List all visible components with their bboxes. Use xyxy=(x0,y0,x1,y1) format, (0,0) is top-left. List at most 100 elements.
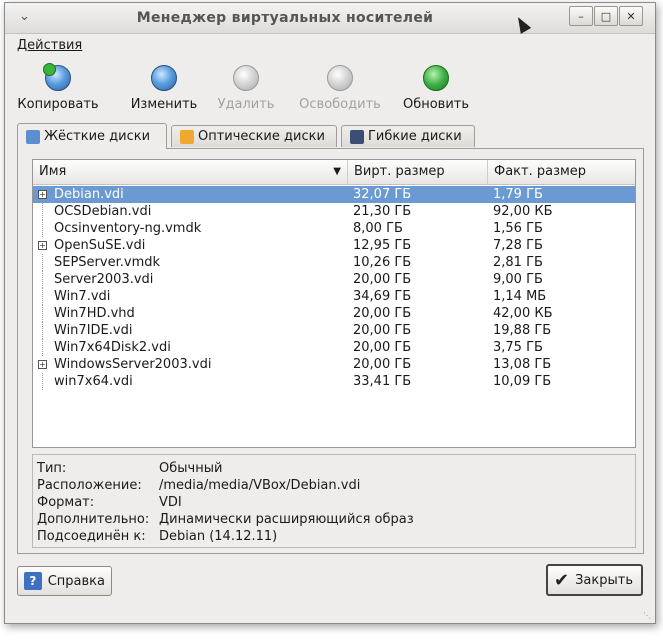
row-name: Win7.vdi xyxy=(54,289,111,304)
tab-optical-disks[interactable]: Оптические диски xyxy=(171,125,337,147)
menu-actions[interactable]: Действия xyxy=(17,38,82,53)
row-virtual-size: 20,00 ГБ xyxy=(353,272,412,287)
close-button[interactable]: ✔ Закрыть xyxy=(546,564,643,596)
column-virtual-size-label: Вирт. размер xyxy=(354,164,445,179)
modify-label: Изменить xyxy=(130,97,198,112)
column-actual-size-header[interactable]: Факт. размер xyxy=(488,160,635,184)
location-label: Расположение: xyxy=(37,478,142,493)
column-actual-size-label: Факт. размер xyxy=(494,164,587,179)
window-controls: – □ ✕ xyxy=(568,6,643,26)
media-details-pane: Тип: Обычный Расположение: /media/media/… xyxy=(32,454,636,548)
resize-grip-icon[interactable]: ⋱ xyxy=(643,611,653,621)
table-row[interactable]: + WindowsServer2003.vdi 20,00 ГБ 13,08 Г… xyxy=(33,356,635,373)
format-value: VDI xyxy=(159,495,182,510)
tab-hard-disks[interactable]: Жёсткие диски xyxy=(17,123,167,149)
row-virtual-size: 8,00 ГБ xyxy=(353,221,403,236)
tree-line xyxy=(42,322,44,339)
media-list[interactable]: Имя ▼ Вирт. размер Факт. размер + Debian… xyxy=(32,159,636,448)
row-name: Win7HD.vhd xyxy=(54,306,135,321)
release-button[interactable]: Освободить xyxy=(293,65,387,112)
row-name: Win7x64Disk2.vdi xyxy=(54,340,171,355)
checkmark-icon: ✔ xyxy=(554,569,570,591)
tree-line xyxy=(42,339,44,356)
table-row[interactable]: Win7IDE.vdi 20,00 ГБ 19,88 ГБ xyxy=(33,322,635,339)
row-name: Server2003.vdi xyxy=(54,272,154,287)
release-disk-icon xyxy=(327,65,353,91)
row-actual-size: 1,79 ГБ xyxy=(493,187,543,202)
table-row[interactable]: Ocsinventory-ng.vmdk 8,00 ГБ 1,56 ГБ xyxy=(33,220,635,237)
row-actual-size: 13,08 ГБ xyxy=(493,357,552,372)
refresh-icon xyxy=(423,65,449,91)
column-virtual-size-header[interactable]: Вирт. размер xyxy=(348,160,488,184)
help-button[interactable]: ? Справка xyxy=(17,566,112,596)
table-row[interactable]: OCSDebian.vdi 21,30 ГБ 92,00 КБ xyxy=(33,203,635,220)
details-label: Дополнительно: xyxy=(37,512,150,527)
tab-floppy-disks-label: Гибкие диски xyxy=(368,129,462,144)
title-bar: ⌄ Менеджер виртуальных носителей – □ ✕ xyxy=(5,3,655,34)
location-value: /media/media/VBox/Debian.vdi xyxy=(159,478,361,493)
tab-floppy-disks[interactable]: Гибкие диски xyxy=(341,125,475,147)
sort-chevron-down-icon: ▼ xyxy=(333,166,341,177)
row-actual-size: 9,00 ГБ xyxy=(493,272,543,287)
attached-value: Debian (14.12.11) xyxy=(159,529,278,544)
release-label: Освободить xyxy=(299,97,381,112)
refresh-label: Обновить xyxy=(402,97,470,112)
table-row[interactable]: Win7HD.vhd 20,00 ГБ 42,00 КБ xyxy=(33,305,635,322)
table-row[interactable]: SEPServer.vmdk 10,26 ГБ 2,81 ГБ xyxy=(33,254,635,271)
tree-line xyxy=(42,288,44,305)
row-name: Win7IDE.vdi xyxy=(54,323,133,338)
row-name: SEPServer.vmdk xyxy=(54,255,161,270)
close-window-button[interactable]: ✕ xyxy=(619,6,643,26)
row-name: Ocsinventory-ng.vmdk xyxy=(54,221,202,236)
expand-icon[interactable]: + xyxy=(38,190,47,199)
table-row[interactable]: Server2003.vdi 20,00 ГБ 9,00 ГБ xyxy=(33,271,635,288)
close-button-label: Закрыть xyxy=(575,572,633,588)
row-name: OpenSuSE.vdi xyxy=(54,238,146,253)
expand-icon[interactable]: + xyxy=(38,241,47,250)
remove-button[interactable]: Удалить xyxy=(211,65,281,112)
row-virtual-size: 20,00 ГБ xyxy=(353,306,412,321)
list-header: Имя ▼ Вирт. размер Факт. размер xyxy=(33,160,635,185)
minimize-button[interactable]: – xyxy=(569,6,593,26)
row-virtual-size: 20,00 ГБ xyxy=(353,323,412,338)
attached-label: Подсоединён к: xyxy=(37,529,146,544)
table-row[interactable]: + Debian.vdi 32,07 ГБ 1,79 ГБ xyxy=(33,186,635,203)
help-button-label: Справка xyxy=(47,573,105,589)
copy-disk-icon xyxy=(43,63,71,91)
copy-button[interactable]: Копировать xyxy=(15,63,101,112)
remove-disk-icon xyxy=(233,65,259,91)
refresh-button[interactable]: Обновить xyxy=(397,65,475,112)
row-virtual-size: 21,30 ГБ xyxy=(353,204,412,219)
tree-line xyxy=(42,220,44,237)
modify-disk-icon xyxy=(151,65,177,91)
table-row[interactable]: Win7.vdi 34,69 ГБ 1,14 МБ xyxy=(33,288,635,305)
tab-optical-disks-label: Оптические диски xyxy=(198,129,325,144)
maximize-button[interactable]: □ xyxy=(594,6,618,26)
row-actual-size: 1,14 МБ xyxy=(493,289,547,304)
row-actual-size: 10,09 ГБ xyxy=(493,374,552,389)
row-actual-size: 92,00 КБ xyxy=(493,204,553,219)
row-virtual-size: 20,00 ГБ xyxy=(353,340,412,355)
row-virtual-size: 20,00 ГБ xyxy=(353,357,412,372)
table-row[interactable]: + OpenSuSE.vdi 12,95 ГБ 7,28 ГБ xyxy=(33,237,635,254)
row-virtual-size: 10,26 ГБ xyxy=(353,255,412,270)
tree-line xyxy=(42,373,44,390)
row-virtual-size: 32,07 ГБ xyxy=(353,187,412,202)
tab-hard-disks-label: Жёсткие диски xyxy=(44,129,151,144)
row-actual-size: 1,56 ГБ xyxy=(493,221,543,236)
virtual-media-manager-window: ⌄ Менеджер виртуальных носителей – □ ✕ Д… xyxy=(4,2,656,624)
type-value: Обычный xyxy=(159,461,223,476)
row-virtual-size: 12,95 ГБ xyxy=(353,238,412,253)
column-name-header[interactable]: Имя ▼ xyxy=(33,160,348,184)
hard-disks-panel: Имя ▼ Вирт. размер Факт. размер + Debian… xyxy=(17,148,644,554)
menu-bar: Действия xyxy=(5,34,655,56)
expand-icon[interactable]: + xyxy=(38,360,47,369)
table-row[interactable]: Win7x64Disk2.vdi 20,00 ГБ 3,75 ГБ xyxy=(33,339,635,356)
details-value: Динамически расширяющийся образ xyxy=(159,512,414,527)
row-actual-size: 2,81 ГБ xyxy=(493,255,543,270)
tree-line xyxy=(42,271,44,288)
modify-button[interactable]: Изменить xyxy=(125,65,203,112)
table-row[interactable]: win7x64.vdi 33,41 ГБ 10,09 ГБ xyxy=(33,373,635,390)
remove-label: Удалить xyxy=(217,97,275,112)
tree-line xyxy=(42,305,44,322)
